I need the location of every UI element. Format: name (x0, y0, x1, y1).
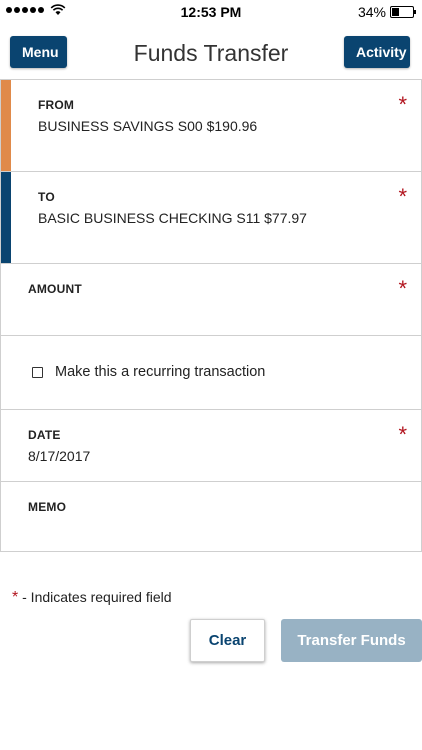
required-marker: * (398, 184, 407, 209)
from-value: BUSINESS SAVINGS S00 $190.96 (38, 118, 258, 134)
from-accent-bar (1, 80, 11, 171)
from-account-field[interactable]: FROM BUSINESS SAVINGS S00 $190.96 * (0, 79, 422, 171)
legend-text: - Indicates required field (18, 589, 172, 605)
date-field[interactable]: DATE 8/17/2017 * (0, 409, 422, 481)
from-label: FROM (38, 98, 75, 112)
to-label: TO (38, 190, 55, 204)
recurring-checkbox[interactable] (32, 366, 43, 378)
transfer-form: FROM BUSINESS SAVINGS S00 $190.96 * TO B… (0, 79, 422, 552)
battery-percent: 34% (357, 4, 386, 20)
clear-button[interactable]: Clear (190, 619, 265, 662)
required-legend: * - Indicates required field (12, 589, 172, 607)
required-marker: * (398, 422, 407, 447)
date-value: 8/17/2017 (28, 448, 91, 464)
battery-icon (390, 6, 416, 18)
amount-label: AMOUNT (28, 282, 82, 296)
to-account-field[interactable]: TO BASIC BUSINESS CHECKING S11 $77.97 * (0, 171, 422, 263)
date-label: DATE (28, 428, 61, 442)
required-marker: * (398, 276, 407, 301)
recurring-label: Make this a recurring transaction (55, 364, 266, 380)
recurring-toggle[interactable]: Make this a recurring transaction (32, 364, 265, 380)
to-value: BASIC BUSINESS CHECKING S11 $77.97 (38, 210, 307, 226)
status-bar: 12:53 PM 34% (0, 0, 422, 24)
memo-field[interactable]: MEMO (0, 481, 422, 552)
required-marker: * (398, 92, 407, 117)
activity-button[interactable]: Activity (344, 36, 410, 68)
to-accent-bar (1, 172, 11, 263)
battery-area: 34% (357, 4, 416, 20)
recurring-field: Make this a recurring transaction (0, 335, 422, 409)
nav-bar: Menu Funds Transfer Activity (0, 24, 422, 80)
amount-field[interactable]: AMOUNT * (0, 263, 422, 335)
transfer-funds-button[interactable]: Transfer Funds (281, 619, 422, 662)
memo-label: MEMO (28, 500, 67, 514)
